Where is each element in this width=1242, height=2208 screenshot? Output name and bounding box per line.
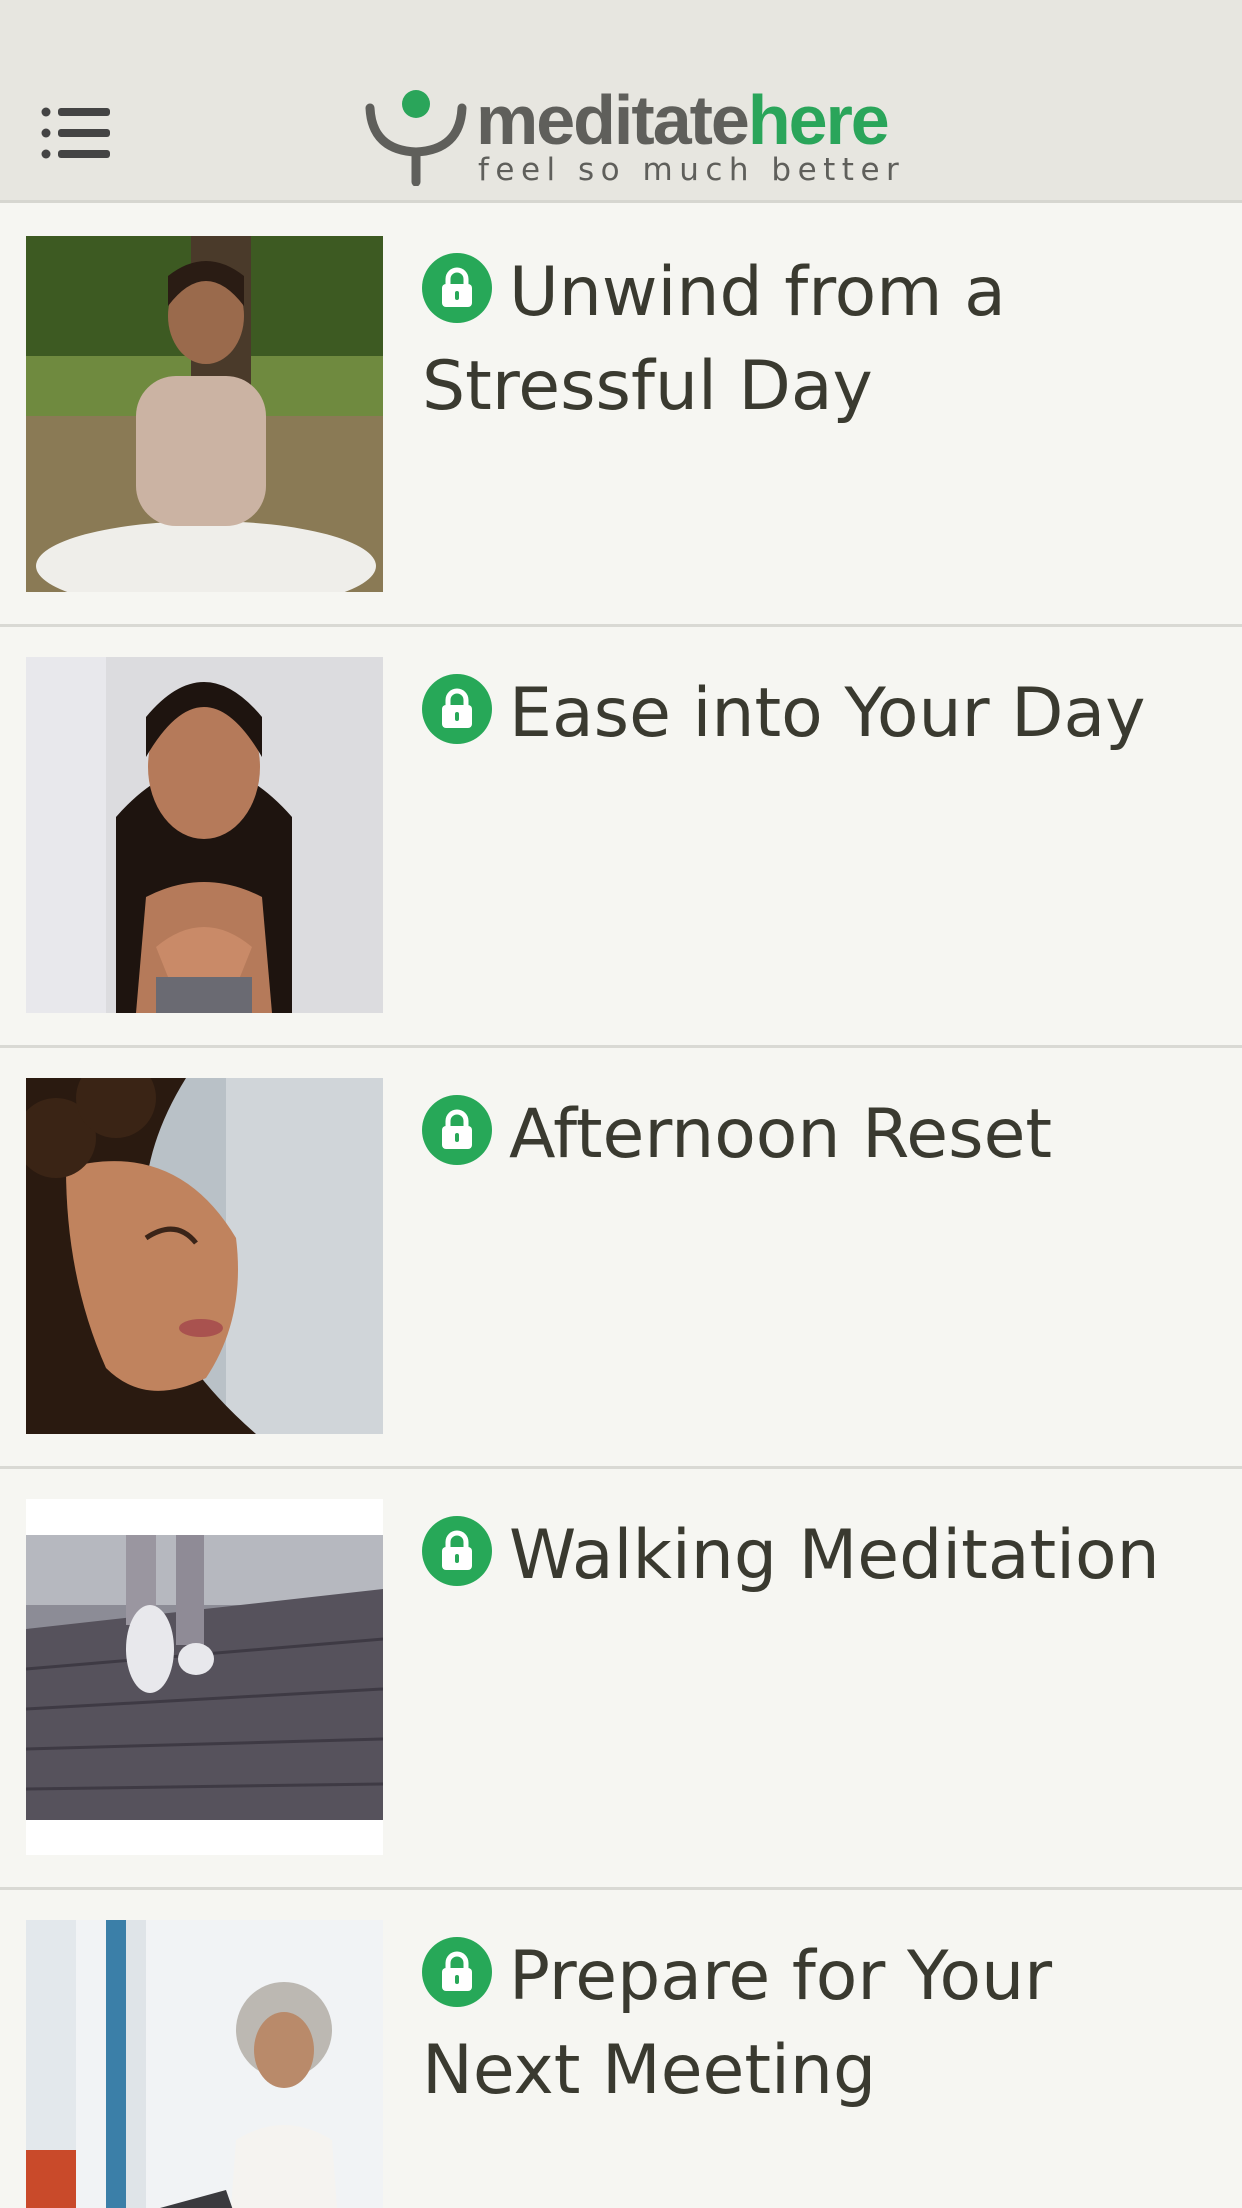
meditation-thumbnail xyxy=(26,236,383,592)
lock-icon xyxy=(422,1937,492,2008)
meditator-logo-icon xyxy=(365,90,467,186)
meditation-thumbnail xyxy=(26,1499,383,1855)
item-title-text: Afternoon Reset xyxy=(509,1095,1053,1174)
lock-icon xyxy=(422,1516,492,1587)
app-header: meditatehere feel so much better xyxy=(0,0,1242,203)
list-item[interactable]: Prepare for Your Next Meeting xyxy=(0,1890,1242,2208)
walking-feet-boardwalk-image xyxy=(26,1499,383,1855)
item-title-text: Walking Meditation xyxy=(509,1516,1160,1595)
item-title: Afternoon Reset xyxy=(422,1088,1212,1182)
meditation-thumbnail xyxy=(26,1920,383,2208)
item-title-text: Unwind from a Stressful Day xyxy=(422,253,1006,426)
woman-meditating-image xyxy=(26,236,383,592)
brand-logo[interactable]: meditatehere feel so much better xyxy=(364,82,899,192)
item-title: Ease into Your Day xyxy=(422,667,1212,761)
woman-hands-on-chest-image xyxy=(26,657,383,1013)
logo-wordmark: meditatehere xyxy=(476,81,890,159)
logo-tagline: feel so much better xyxy=(478,152,906,188)
meditation-list: Unwind from a Stressful Day Ease into Yo… xyxy=(0,206,1242,2208)
list-item[interactable]: Unwind from a Stressful Day xyxy=(0,206,1242,627)
item-title: Unwind from a Stressful Day xyxy=(422,246,1212,434)
lock-icon xyxy=(422,253,492,324)
menu-button[interactable] xyxy=(40,104,114,164)
lock-icon xyxy=(422,1095,492,1166)
list-item[interactable]: Walking Meditation xyxy=(0,1469,1242,1890)
list-item[interactable]: Afternoon Reset xyxy=(0,1048,1242,1469)
lock-icon xyxy=(422,674,492,745)
meditation-thumbnail xyxy=(26,1078,383,1434)
logo-word-accent: here xyxy=(747,81,890,159)
list-menu-icon xyxy=(41,107,110,159)
item-title: Prepare for Your Next Meeting xyxy=(422,1930,1212,2118)
woman-at-desk-image xyxy=(26,1920,383,2208)
woman-curly-hair-image xyxy=(26,1078,383,1434)
item-title: Walking Meditation xyxy=(422,1509,1212,1603)
item-title-text: Prepare for Your Next Meeting xyxy=(422,1937,1053,2110)
logo-word-main: meditate xyxy=(476,81,750,159)
app: meditatehere feel so much better Unwind … xyxy=(0,0,1242,2208)
meditation-thumbnail xyxy=(26,657,383,1013)
item-title-text: Ease into Your Day xyxy=(509,674,1146,753)
list-item[interactable]: Ease into Your Day xyxy=(0,627,1242,1048)
